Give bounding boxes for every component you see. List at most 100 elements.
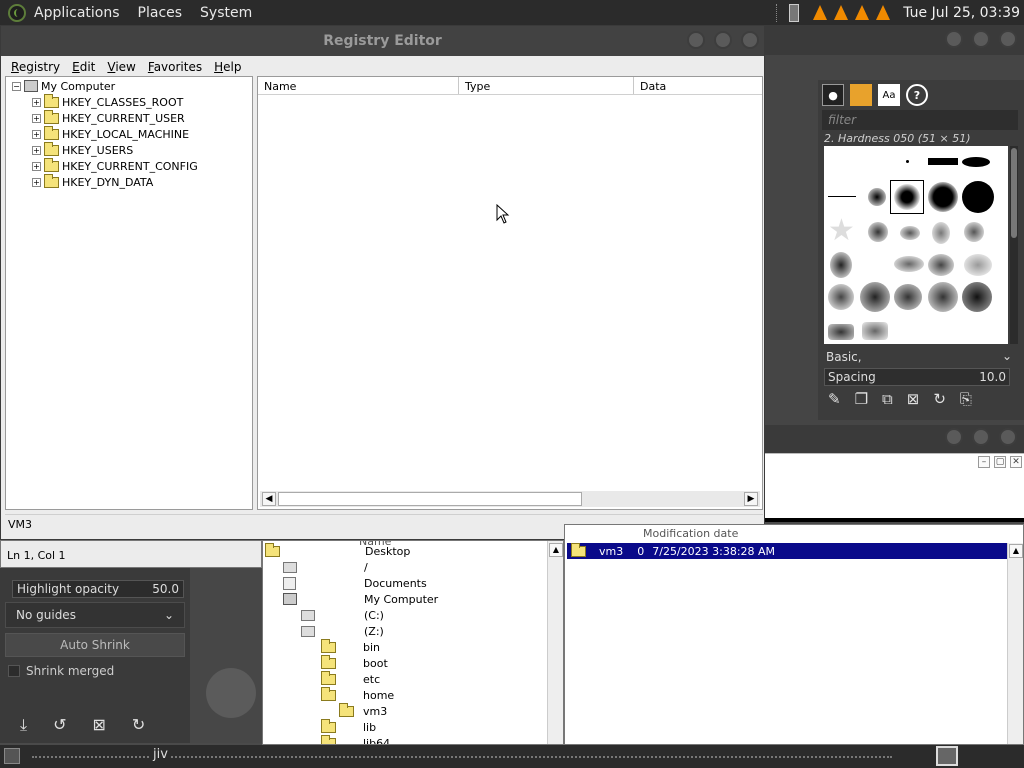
brush-swatch[interactable] [894, 256, 924, 272]
restore-preset-icon[interactable]: ↺ [53, 715, 66, 735]
tree-item-lib[interactable]: lib [321, 718, 376, 735]
brush-filter-input[interactable]: filter [822, 110, 1018, 130]
tree-item-hklm[interactable]: + HKEY_LOCAL_MACHINE [32, 125, 189, 142]
tree-item-hkcr[interactable]: + HKEY_CLASSES_ROOT [32, 93, 183, 110]
brush-swatch[interactable] [894, 284, 922, 310]
minimize-button[interactable] [945, 428, 963, 446]
panel-clock[interactable]: Tue Jul 25, 03:39 [903, 5, 1020, 21]
tree-item-lib64[interactable]: lib64 [321, 734, 390, 744]
collapse-icon[interactable]: − [12, 81, 21, 91]
distro-logo-icon[interactable] [8, 3, 26, 22]
scroll-up-icon[interactable]: ▲ [549, 543, 563, 557]
maximize-icon[interactable]: ▢ [994, 456, 1006, 468]
close-icon[interactable]: ✕ [1010, 456, 1022, 468]
vlc-cone-icon[interactable] [834, 5, 849, 20]
tree-item-root[interactable]: / [283, 559, 368, 575]
expand-icon[interactable]: + [32, 161, 41, 171]
scroll-thumb[interactable] [278, 492, 582, 506]
brush-swatch[interactable] [830, 252, 852, 278]
delete-preset-icon[interactable]: ⊠ [92, 715, 105, 735]
menu-edit[interactable]: Edit [66, 58, 101, 76]
tree-item-documents[interactable]: Documents [283, 575, 427, 591]
vlc-cone-icon[interactable] [876, 5, 891, 20]
show-desktop-icon[interactable] [4, 748, 20, 764]
spacing-spinner[interactable]: Spacing 10.0 [824, 368, 1010, 386]
file-browser-tree[interactable]: Name Desktop / Documents My Computer (C:… [262, 540, 564, 745]
menu-system[interactable]: System [200, 5, 252, 21]
brush-swatch[interactable] [906, 160, 909, 163]
expand-icon[interactable]: + [32, 129, 41, 139]
minimize-button[interactable] [945, 30, 963, 48]
brush-swatch[interactable] [868, 222, 888, 242]
brush-grid[interactable]: ★ [824, 146, 1008, 344]
brush-swatch[interactable] [828, 284, 854, 310]
scroll-left-icon[interactable]: ◀ [262, 492, 276, 506]
shrink-merged-checkbox[interactable]: Shrink merged [8, 664, 114, 678]
brush-swatch[interactable] [928, 282, 958, 312]
expand-icon[interactable]: + [32, 177, 41, 187]
tree-item-boot[interactable]: boot [321, 654, 388, 671]
duplicate-brush-icon[interactable]: ⧉ [882, 390, 893, 408]
brush-swatch[interactable] [928, 158, 958, 165]
registry-values-list[interactable]: Name Type Data ◀ ▶ [257, 76, 763, 510]
open-brush-icon[interactable]: ⎘ [960, 390, 972, 408]
brush-swatch[interactable] [962, 282, 992, 312]
delete-brush-icon[interactable]: ⊠ [907, 390, 920, 408]
vlc-cone-icon[interactable] [855, 5, 870, 20]
expand-icon[interactable]: + [32, 113, 41, 123]
highlight-opacity-spinner[interactable]: Highlight opacity 50.0 [12, 580, 184, 598]
brush-preset-select[interactable]: Basic, ⌄ [822, 348, 1018, 366]
list-row-selected[interactable]: vm3 0 7/25/2023 3:38:28 AM [567, 542, 1007, 559]
file-list[interactable]: Modification date vm3 0 7/25/2023 3:38:2… [564, 524, 1024, 745]
brush-swatch[interactable] [828, 324, 854, 340]
guides-select[interactable]: No guides ⌄ [5, 602, 185, 628]
tree-item-bin[interactable]: bin [321, 638, 380, 655]
close-button[interactable] [999, 428, 1017, 446]
maximize-button[interactable] [972, 428, 990, 446]
tree-item-my-computer[interactable]: − My Computer [12, 78, 115, 94]
maximize-button[interactable] [972, 30, 990, 48]
menu-applications[interactable]: Applications [34, 5, 120, 21]
brush-swatch[interactable] [928, 182, 958, 212]
tree-item-hkdd[interactable]: + HKEY_DYN_DATA [32, 173, 153, 190]
fonts-tab-icon[interactable]: Aa [878, 84, 900, 106]
column-header-data[interactable]: Data [634, 77, 762, 94]
tree-item-hku[interactable]: + HKEY_USERS [32, 141, 133, 158]
new-brush-icon[interactable]: ❐ [855, 390, 868, 408]
brush-swatch-selected[interactable] [894, 184, 920, 210]
brush-swatch[interactable] [964, 222, 984, 242]
close-button[interactable] [741, 31, 759, 49]
vlc-cone-icon[interactable] [813, 5, 828, 20]
maximize-button[interactable] [714, 31, 732, 49]
gradients-tab-icon[interactable] [850, 84, 872, 106]
tree-item-desktop[interactable]: Desktop [265, 542, 410, 559]
brush-grid-scrollbar[interactable] [1010, 146, 1018, 344]
reset-icon[interactable]: ↻ [132, 715, 145, 735]
brush-swatch[interactable] [928, 254, 954, 276]
taskbar-task[interactable]: jiv [150, 747, 171, 762]
vertical-scrollbar[interactable]: ▲ [1007, 543, 1023, 744]
scroll-right-icon[interactable]: ▶ [744, 492, 758, 506]
registry-tree[interactable]: − My Computer + HKEY_CLASSES_ROOT + HKEY… [5, 76, 253, 510]
edit-brush-icon[interactable]: ✎ [828, 390, 841, 408]
column-header-modified[interactable]: Modification date [643, 527, 738, 540]
tree-item-drive-c[interactable]: (C:) [301, 607, 384, 623]
star-brush-icon[interactable]: ★ [828, 216, 855, 246]
menu-registry[interactable]: Registry [5, 58, 66, 76]
tree-item-my-computer[interactable]: My Computer [283, 591, 438, 607]
horizontal-scrollbar[interactable]: ◀ ▶ [260, 491, 760, 507]
save-preset-icon[interactable]: ⤓ [20, 715, 27, 735]
tree-item-drive-z[interactable]: (Z:) [301, 623, 384, 639]
close-button[interactable] [999, 30, 1017, 48]
brushes-tab-icon[interactable]: ● [822, 84, 844, 106]
brush-swatch[interactable] [962, 181, 994, 213]
brush-swatch[interactable] [828, 196, 856, 197]
scroll-up-icon[interactable]: ▲ [1009, 544, 1023, 558]
tree-item-hkcc[interactable]: + HKEY_CURRENT_CONFIG [32, 157, 198, 174]
workspace-switcher[interactable] [936, 746, 958, 766]
menu-favorites[interactable]: Favorites [142, 58, 208, 76]
checkbox-box[interactable] [8, 665, 20, 677]
tree-item-etc[interactable]: etc [321, 670, 380, 687]
help-tab-icon[interactable]: ? [906, 84, 928, 106]
brush-swatch[interactable] [932, 222, 950, 244]
